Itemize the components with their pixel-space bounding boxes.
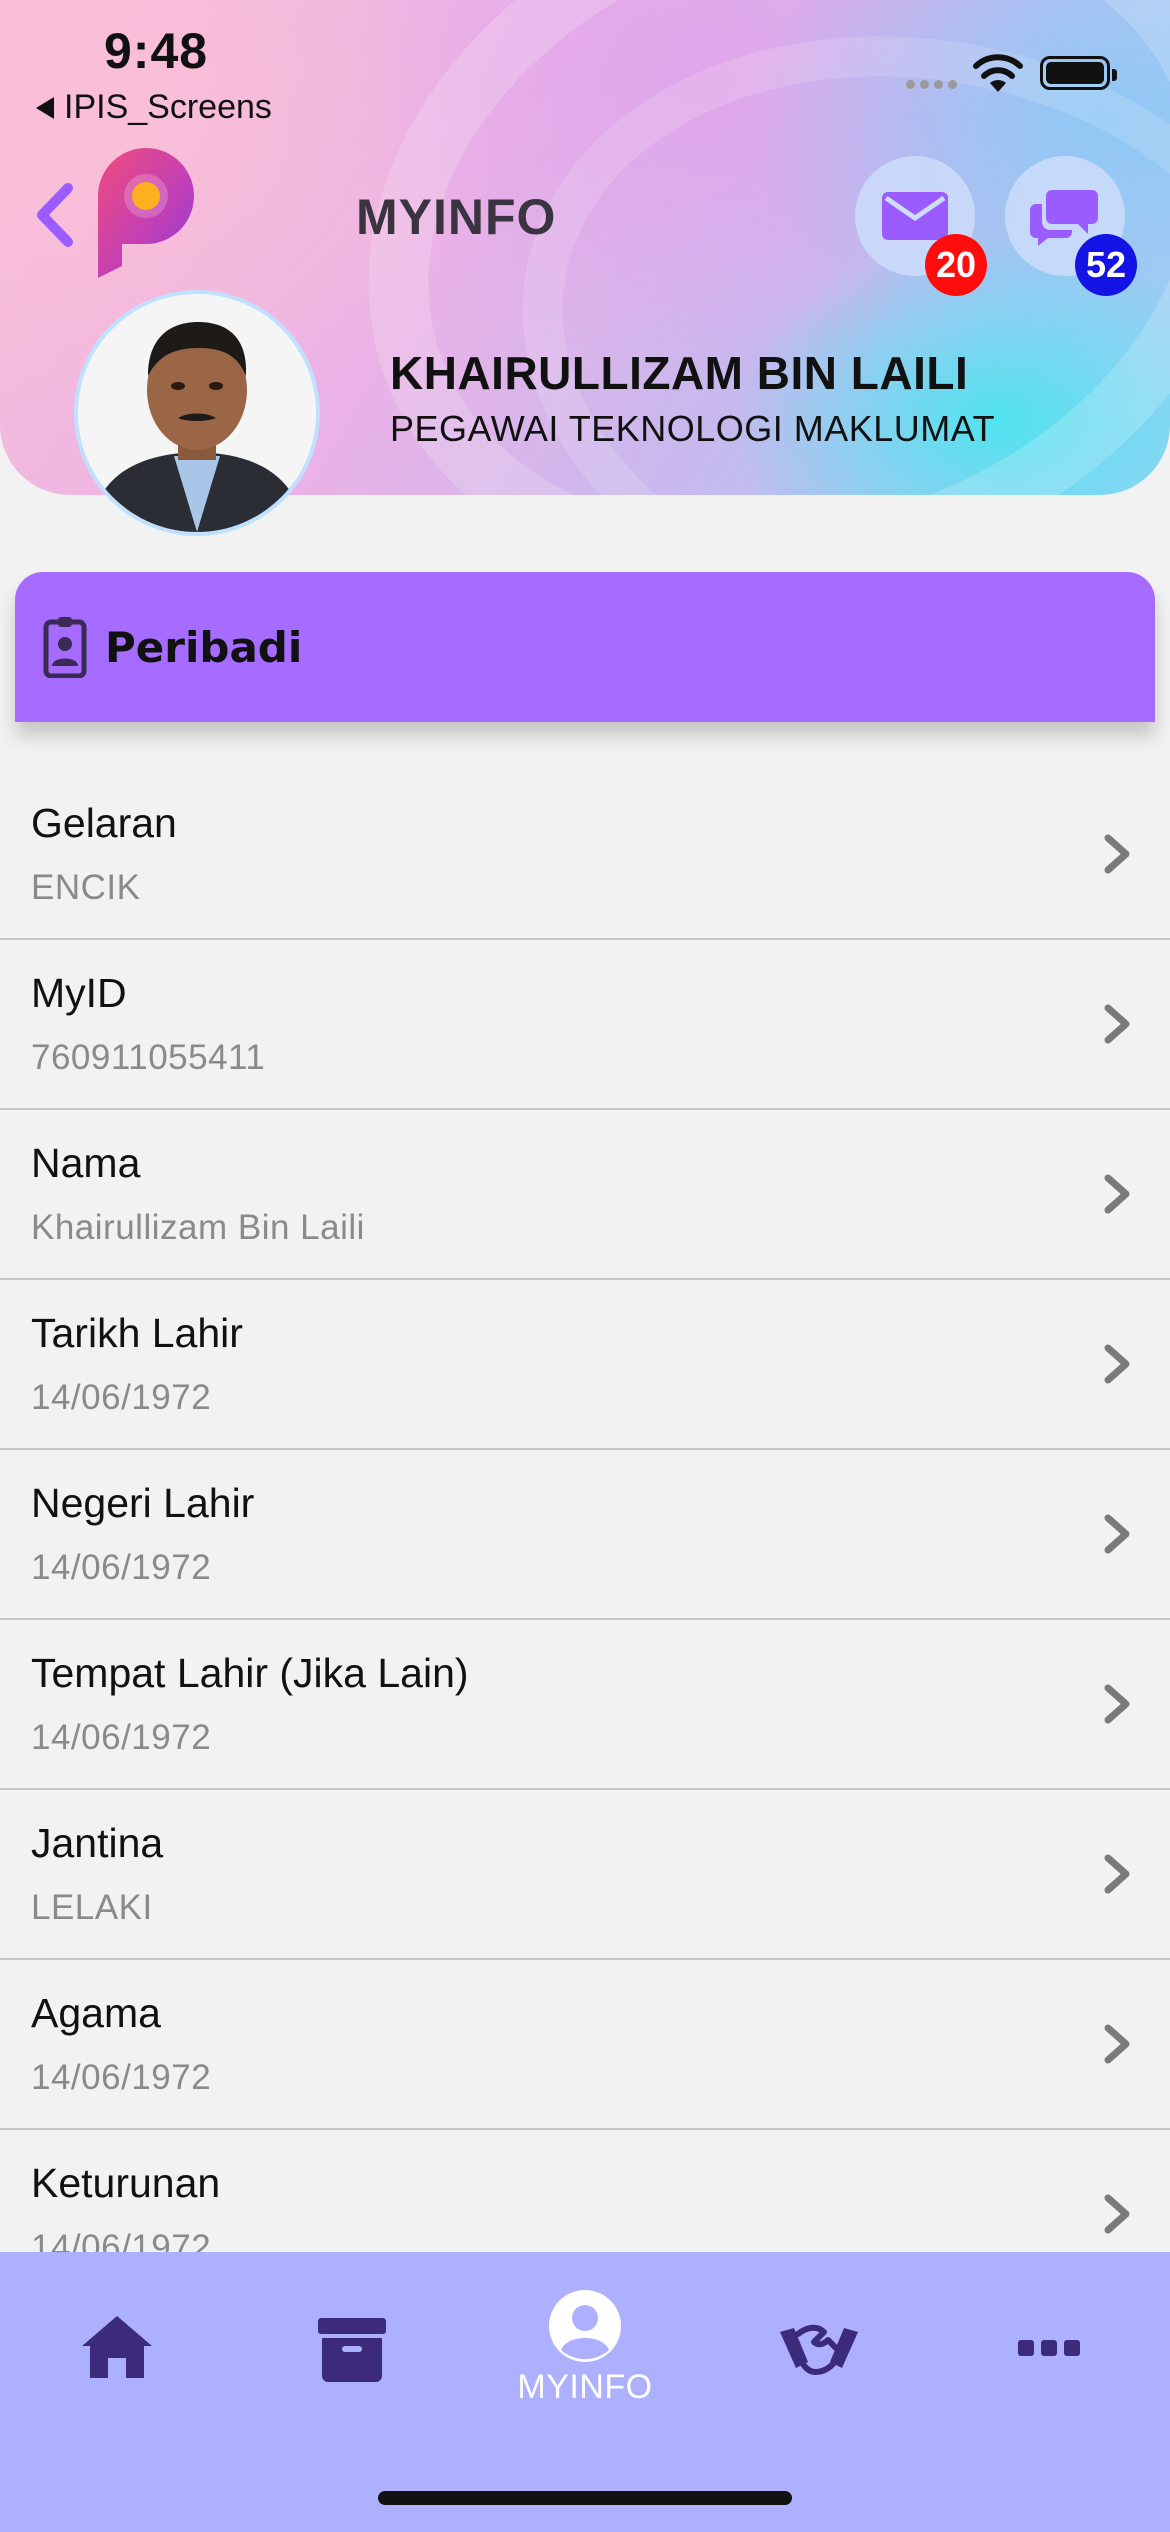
tab-myinfo-label: MYINFO [517,2368,653,2406]
battery-icon [1040,56,1117,90]
avatar [74,290,320,536]
chevron-right-icon [1104,834,1130,874]
field-label: Nama [31,1140,141,1186]
field-label: MyID [31,970,127,1016]
field-label: Tempat Lahir (Jika Lain) [31,1650,469,1696]
tab-home[interactable] [80,2314,154,2380]
field-label: Tarikh Lahir [31,1310,243,1356]
archive-icon [318,2318,386,2382]
field-label: Negeri Lahir [31,1480,255,1526]
chat-bubbles-icon [1030,190,1098,246]
tab-handshake[interactable] [778,2318,860,2382]
chevron-right-icon [1104,1344,1130,1384]
tab-more[interactable] [1018,2338,1080,2358]
list-item-jantina[interactable]: Jantina LELAKI [0,1790,1170,1960]
wifi-icon [973,54,1023,92]
page-title: MYINFO [356,189,557,245]
chevron-right-icon [1104,1854,1130,1894]
field-label: Gelaran [31,800,177,846]
field-value: 14/06/1972 [31,1378,212,1417]
back-chevron-icon[interactable] [30,180,80,250]
section-title: Peribadi [105,622,303,672]
field-label: Jantina [31,1820,164,1866]
cellular-signal-icon [906,80,957,89]
home-icon [82,2316,152,2378]
handshake-icon [780,2324,858,2375]
tab-archive[interactable] [318,2318,386,2382]
list-item-nama[interactable]: Nama Khairullizam Bin Laili [0,1110,1170,1280]
chevron-right-icon [1104,2194,1130,2234]
chat-count-badge: 52 [1075,234,1137,296]
tab-myinfo[interactable]: MYINFO [500,2288,670,2407]
status-time: 9:48 [104,23,209,79]
chevron-right-icon [1104,1684,1130,1724]
more-icon [1018,2340,1080,2356]
chevron-right-icon [1104,1004,1130,1044]
user-name: KHAIRULLIZAM BIN LAILI [390,347,969,399]
chevron-right-icon [1104,1174,1130,1214]
field-value: ENCIK [31,868,141,907]
id-badge-icon [43,617,87,678]
field-value: Khairullizam Bin Laili [31,1208,365,1247]
personal-info-list: Gelaran ENCIK MyID 760911055411 Nama Kha… [0,770,1170,2300]
field-value: 14/06/1972 [31,2058,212,2097]
list-item-myid[interactable]: MyID 760911055411 [0,940,1170,1110]
field-value: 14/06/1972 [31,1718,212,1757]
mail-count-badge: 20 [925,234,987,296]
bottom-tab-bar: MYINFO [0,2252,1170,2532]
chevron-right-icon [1104,1514,1130,1554]
chevron-right-icon [1104,2024,1130,2064]
list-item-tarikh-lahir[interactable]: Tarikh Lahir 14/06/1972 [0,1280,1170,1450]
field-value: 14/06/1972 [31,1548,212,1587]
list-item-gelaran[interactable]: Gelaran ENCIK [0,770,1170,940]
back-triangle-icon [36,96,54,119]
section-header-peribadi[interactable]: Peribadi [15,572,1155,722]
home-indicator[interactable] [378,2491,792,2505]
app-logo-icon [98,148,194,278]
back-app-label: IPIS_Screens [64,88,272,126]
field-label: Agama [31,1990,161,2036]
field-value: LELAKI [31,1888,153,1927]
list-item-agama[interactable]: Agama 14/06/1972 [0,1960,1170,2130]
mail-button[interactable]: 20 [855,156,987,296]
field-label: Keturunan [31,2160,221,2206]
list-item-negeri-lahir[interactable]: Negeri Lahir 14/06/1972 [0,1450,1170,1620]
envelope-icon [882,192,948,240]
list-item-tempat-lahir[interactable]: Tempat Lahir (Jika Lain) 14/06/1972 [0,1620,1170,1790]
chat-button[interactable]: 52 [1005,156,1137,296]
user-role: PEGAWAI TEKNOLOGI MAKLUMAT [390,408,996,449]
profile-photo [78,294,316,532]
back-to-app-link[interactable]: IPIS_Screens [36,88,272,127]
field-value: 760911055411 [31,1038,266,1077]
user-circle-icon [549,2290,621,2362]
